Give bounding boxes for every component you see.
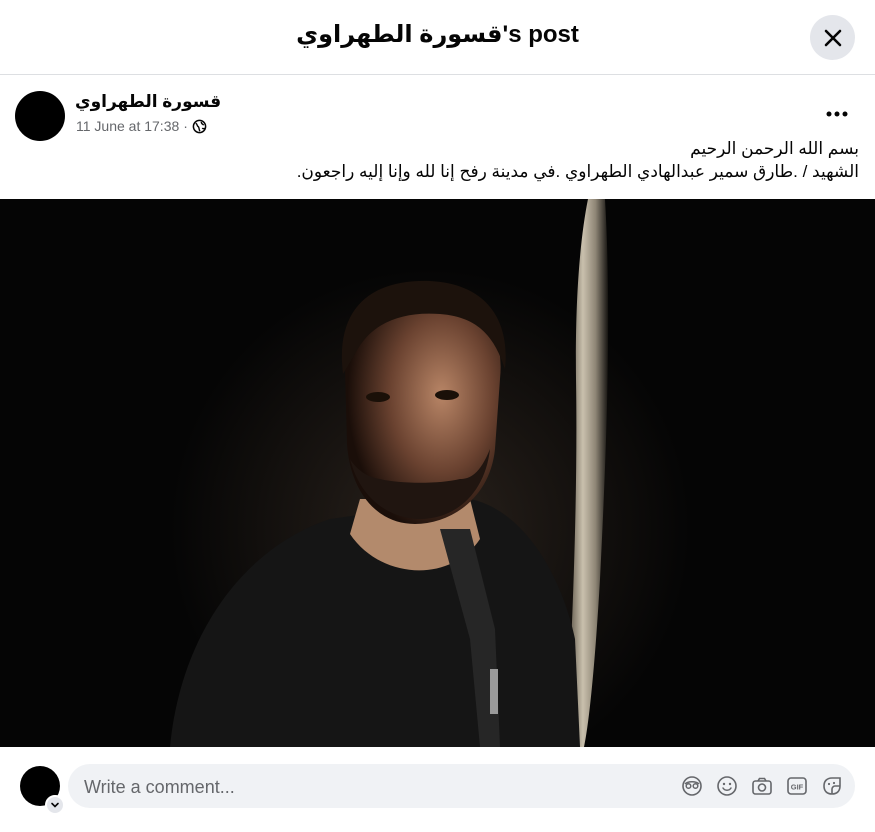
post-text-line: الشهيد / .طارق سمير عبدالهادي الطهراوي .…	[296, 162, 859, 181]
author-avatar[interactable]	[15, 91, 65, 141]
emoji-button[interactable]	[716, 775, 738, 797]
author-name[interactable]: قسورة الطهراوي	[75, 92, 221, 112]
camera-button[interactable]	[751, 775, 773, 797]
comment-box[interactable]: GIF	[68, 764, 855, 810]
more-options-button[interactable]	[822, 100, 852, 128]
more-horizontal-icon	[826, 111, 848, 117]
avatar-sticker-button[interactable]	[681, 775, 703, 797]
post-text: بسم الله الرحمن الرحيم الشهيد / .طارق سم…	[39, 137, 859, 183]
post-meta: 11 June at 17:38 ·	[76, 118, 207, 134]
chevron-down-icon	[51, 802, 59, 808]
svg-text:GIF: GIF	[791, 783, 804, 792]
dialog-title: قسورة الطهراوي's post	[296, 21, 579, 48]
profile-switch-button[interactable]	[45, 795, 65, 815]
post-text-line: بسم الله الرحمن الرحيم	[690, 139, 859, 158]
post-dialog-header: قسورة الطهراوي's post	[0, 0, 875, 75]
gif-icon: GIF	[787, 777, 807, 795]
globe-icon[interactable]	[192, 119, 207, 134]
gif-button[interactable]: GIF	[786, 775, 808, 797]
post-timestamp[interactable]: 11 June at 17:38	[76, 118, 179, 134]
close-icon	[824, 29, 841, 46]
sticker-button[interactable]	[821, 775, 843, 797]
portrait-image	[0, 199, 875, 747]
avatar-sticker-icon	[682, 776, 702, 796]
emoji-icon	[717, 776, 737, 796]
post-photo[interactable]	[0, 199, 875, 747]
comment-input[interactable]	[82, 764, 646, 810]
close-button[interactable]	[810, 15, 855, 60]
comment-bar: GIF	[0, 747, 875, 832]
camera-icon	[752, 777, 772, 795]
meta-separator: ·	[183, 118, 188, 134]
sticker-icon	[823, 777, 841, 795]
